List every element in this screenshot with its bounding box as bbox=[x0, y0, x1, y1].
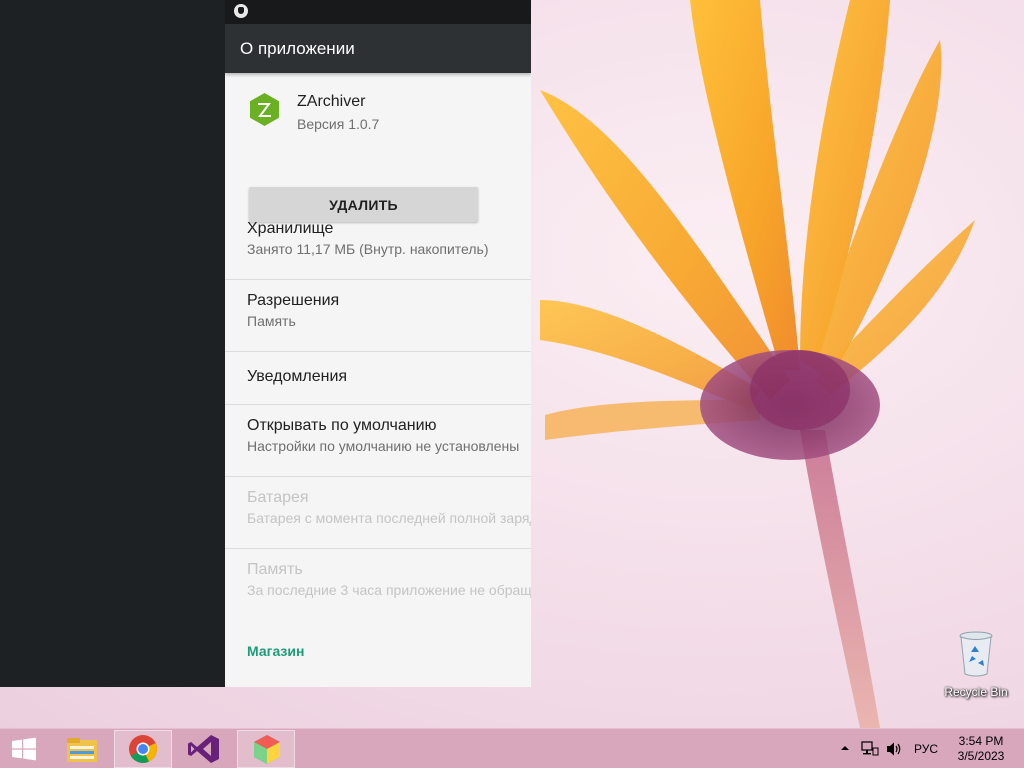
app-name: ZArchiver bbox=[297, 93, 366, 110]
open-by-default-subtitle: Настройки по умолчанию не установлены bbox=[247, 438, 520, 454]
taskbar-android-emulator[interactable] bbox=[237, 730, 295, 768]
storage-subtitle: Занято 11,17 МБ (Внутр. накопитель) bbox=[247, 241, 489, 257]
battery-subtitle: Батарея с момента последней полной заряд… bbox=[247, 510, 531, 526]
recycle-bin-icon bbox=[959, 631, 993, 677]
emulator-left-panel bbox=[0, 0, 225, 687]
memory-item: Память За последние 3 часа приложение не… bbox=[225, 549, 531, 621]
storage-title: Хранилище bbox=[247, 220, 334, 237]
show-hidden-icons-button[interactable] bbox=[840, 741, 850, 768]
app-bar-title: О приложении bbox=[225, 24, 531, 73]
memory-title: Память bbox=[247, 561, 303, 578]
network-icon bbox=[861, 741, 879, 756]
permissions-subtitle: Память bbox=[247, 313, 296, 329]
notifications-item[interactable]: Уведомления bbox=[225, 352, 531, 405]
notifications-title: Уведомления bbox=[247, 368, 348, 385]
battery-title: Батарея bbox=[247, 489, 309, 506]
file-explorer-icon bbox=[67, 738, 97, 762]
android-app-info-screen: О приложении ZArchiver Версия 1.0.7 УДАЛ… bbox=[225, 24, 531, 687]
speaker-icon bbox=[887, 742, 901, 756]
permissions-item[interactable]: Разрешения Память bbox=[225, 280, 531, 352]
network-tray-button[interactable] bbox=[861, 740, 879, 768]
app-header: ZArchiver Версия 1.0.7 УДАЛИТЬ bbox=[225, 73, 531, 222]
open-by-default-item[interactable]: Открывать по умолчанию Настройки по умол… bbox=[225, 405, 531, 477]
zarchiver-icon bbox=[250, 93, 279, 126]
taskbar-visual-studio[interactable] bbox=[175, 730, 233, 768]
visual-studio-icon bbox=[188, 735, 219, 763]
input-language-indicator[interactable]: РУС bbox=[914, 742, 938, 756]
clock-date: 3/5/2023 bbox=[957, 749, 1005, 763]
taskbar-clock[interactable]: 3:54 PM 3/5/2023 bbox=[946, 734, 1016, 764]
windows-logo-icon bbox=[12, 737, 36, 761]
start-button[interactable] bbox=[0, 730, 48, 768]
recycle-bin-shortcut[interactable]: Recycle Bin bbox=[938, 630, 1014, 699]
taskbar: РУС 3:54 PM 3/5/2023 bbox=[0, 728, 1024, 768]
app-version: Версия 1.0.7 bbox=[297, 116, 380, 132]
recycle-bin-label: Recycle Bin bbox=[944, 685, 1008, 699]
volume-tray-button[interactable] bbox=[885, 740, 903, 768]
chrome-icon bbox=[129, 735, 157, 763]
notification-icon bbox=[234, 4, 248, 18]
taskbar-chrome[interactable] bbox=[114, 730, 172, 768]
memory-subtitle: За последние 3 часа приложение не обраща… bbox=[247, 582, 531, 598]
android-status-bar bbox=[225, 0, 531, 24]
taskbar-file-explorer[interactable] bbox=[53, 730, 111, 768]
clock-time: 3:54 PM bbox=[958, 734, 1004, 748]
open-by-default-title: Открывать по умолчанию bbox=[247, 417, 437, 434]
storage-item[interactable]: Хранилище Занято 11,17 МБ (Внутр. накопи… bbox=[225, 208, 531, 280]
emulator-icon bbox=[254, 735, 280, 764]
permissions-title: Разрешения bbox=[247, 292, 340, 309]
chevron-up-icon bbox=[841, 746, 849, 750]
store-link[interactable]: Магазин bbox=[225, 621, 531, 659]
battery-item: Батарея Батарея с момента последней полн… bbox=[225, 477, 531, 549]
